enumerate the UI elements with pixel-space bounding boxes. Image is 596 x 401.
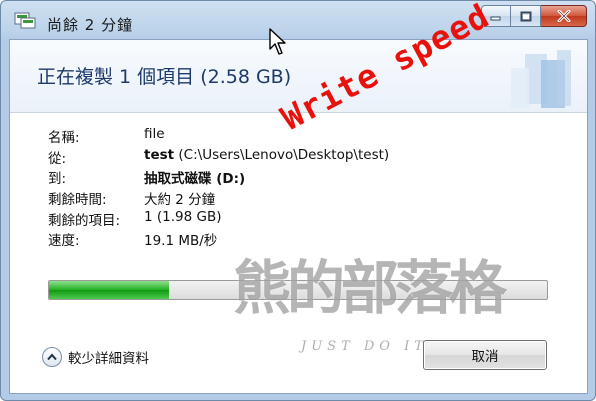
from-folder-name[interactable]: test (144, 147, 174, 163)
watermark-logo: 熊的部落格 (233, 254, 507, 322)
close-icon (557, 10, 570, 22)
maximize-button[interactable] (511, 5, 541, 27)
file-copy-icon (14, 12, 36, 29)
copy-heading: 正在複製 1 個項目 (2.58 GB) (37, 66, 292, 88)
time-left-label: 剩餘時間: (48, 192, 107, 209)
progress-fill (49, 281, 169, 299)
to-value[interactable]: 抽取式磁碟 (D:) (144, 167, 245, 187)
from-value[interactable]: test (C:\Users\Lenovo\Desktop\test) (144, 147, 389, 163)
window-title: 尚餘 2 分鐘 (47, 16, 134, 34)
items-left-value: 1 (1.98 GB) (144, 208, 222, 225)
from-path[interactable]: (C:\Users\Lenovo\Desktop\test) (178, 147, 389, 163)
less-details-label: 較少詳細資料 (68, 351, 149, 367)
watermark-tagline: JUST DO IT (301, 339, 428, 354)
copy-graphic-icon (511, 50, 571, 108)
copy-dialog-window: 尚餘 2 分鐘 正在複製 1 個項目 (2.58 GB) 名稱: file 從:… (0, 0, 596, 401)
close-button[interactable] (541, 5, 587, 27)
minimize-icon (490, 16, 501, 21)
dialog-footer: 較少詳細資料 取消 (10, 328, 587, 393)
name-label: 名稱: (48, 130, 80, 146)
speed-label: 速度: (48, 233, 80, 250)
to-label: 到: (48, 171, 67, 188)
caption-buttons (481, 5, 587, 29)
maximize-icon (520, 11, 531, 21)
less-details-button[interactable]: 較少詳細資料 (42, 345, 149, 369)
name-value: file (144, 126, 165, 142)
chevron-up-icon (42, 347, 62, 367)
time-left-value: 大約 2 分鐘 (144, 192, 216, 209)
cancel-button[interactable]: 取消 (423, 340, 547, 370)
speed-value: 19.1 MB/秒 (144, 233, 218, 250)
items-left-label: 剩餘的項目: (48, 212, 121, 229)
title-bar[interactable]: 尚餘 2 分鐘 (1, 1, 595, 39)
from-label: 從: (48, 150, 67, 167)
mouse-cursor-icon (269, 28, 286, 55)
